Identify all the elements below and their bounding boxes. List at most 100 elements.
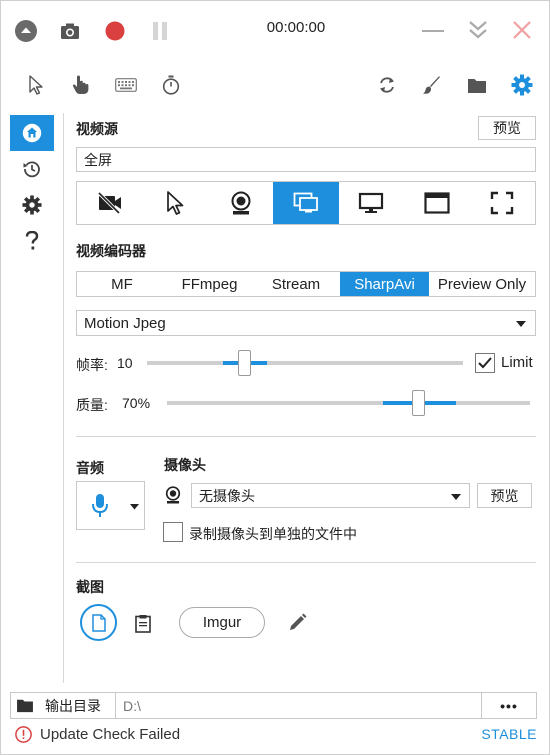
webcam-dropdown[interactable]: 无摄像头 [191,483,470,508]
clicks-toggle[interactable] [68,72,94,98]
webcam-icon [165,486,181,504]
source-desktop[interactable] [339,182,404,224]
brush-icon [423,76,440,94]
webcam-heading: 摄像头 [164,457,206,473]
video-preview-button[interactable]: 预览 [478,116,536,140]
encoder-tab-stream[interactable]: Stream [252,272,340,296]
chevron-up-circle-icon [15,20,37,42]
webcam-preview-button[interactable]: 预览 [477,483,532,508]
record-button[interactable] [102,18,128,44]
cursor-toggle[interactable] [23,72,49,98]
folder-icon [468,78,486,93]
source-no-video[interactable] [77,182,142,224]
overlay-editor-button[interactable] [419,72,445,98]
quality-label: 质量: [76,397,108,413]
source-cursor[interactable] [142,182,207,224]
cursor-icon [167,191,184,215]
codec-value: Motion Jpeg [84,314,166,332]
webcam-value: 无摄像头 [199,487,255,504]
status-bar: Update Check Failed STABLE [1,721,550,755]
chevron-down-icon [516,321,526,327]
video-source-field[interactable]: 全屏 [76,147,536,172]
source-webcam[interactable] [208,182,273,224]
quality-slider-thumb[interactable] [412,390,425,416]
save-to-disk-toggle[interactable] [80,604,117,641]
output-folder-button[interactable] [11,693,39,718]
video-encoder-heading: 视频编码器 [76,243,146,259]
codec-dropdown[interactable]: Motion Jpeg [76,310,536,336]
output-bar: 输出目录 D:\ ••• [10,692,537,719]
framerate-label: 帧率: [76,357,108,373]
minimize-button[interactable] [419,18,447,44]
no-video-icon [97,192,121,214]
pause-icon [153,22,167,40]
webcam-separate-file-label: 录制摄像头到单独的文件中 [189,526,357,542]
webcam-separate-file-checkbox[interactable] [163,522,183,542]
release-channel-link[interactable]: STABLE [481,726,537,742]
section-divider [76,436,536,437]
history-icon [23,161,40,178]
nav-help[interactable] [10,223,54,259]
output-label: 输出目录 [39,693,116,718]
chevron-down-icon [451,494,461,500]
output-path[interactable]: D:\ [116,693,482,718]
encoder-tab-mf[interactable]: MF [77,272,167,296]
source-screen[interactable] [273,182,339,224]
minimize-icon [422,30,444,32]
framerate-value: 10 [117,355,133,371]
camera-icon [61,23,79,39]
output-folder-button[interactable] [464,72,490,98]
close-button[interactable] [509,17,535,43]
encoder-tab-sharpavi[interactable]: SharpAvi [340,272,429,296]
collapse-button[interactable] [13,18,39,44]
app-window: 00:00:00 视频源 预览 全屏 视频编码器 MF FFmpeg Strea… [0,0,550,755]
nav-settings[interactable] [10,187,54,223]
quality-slider-track[interactable] [167,401,530,405]
source-region[interactable] [470,182,535,224]
browse-more-button[interactable]: ••• [482,693,536,718]
record-icon [105,21,125,41]
limit-checkbox[interactable] [475,353,495,373]
screenshot-heading: 截图 [76,579,104,595]
nav-divider [63,113,64,683]
side-nav [10,115,54,259]
settings-button[interactable] [509,72,535,98]
gear-icon [22,195,42,215]
encoder-tab-preview-only[interactable]: Preview Only [429,272,535,296]
stopwatch-icon [162,75,180,95]
framerate-slider-thumb[interactable] [238,350,251,376]
chevron-down-icon [130,504,139,510]
nav-history[interactable] [10,151,54,187]
keystrokes-toggle[interactable] [112,72,140,98]
pencil-icon [290,613,307,630]
status-message: Update Check Failed [40,726,181,743]
screenshot-button[interactable] [57,18,83,44]
framerate-slider-track[interactable] [147,361,463,365]
nav-home[interactable] [10,115,54,151]
refresh-icon [380,77,394,93]
clipboard-icon [135,614,151,633]
audio-source-button[interactable] [76,481,145,530]
timer-toggle[interactable] [158,72,184,98]
pause-button[interactable] [147,18,173,44]
hand-pointer-icon [72,75,89,94]
gear-icon [511,74,533,96]
double-chevron-down-icon [469,21,487,39]
question-mark-icon [25,231,39,250]
refresh-button[interactable] [374,72,400,98]
clipboard-toggle[interactable] [131,611,155,635]
encoder-tabs: MF FFmpeg Stream SharpAvi Preview Only [76,271,536,297]
source-window[interactable] [404,182,469,224]
video-source-selector [76,181,536,225]
quality-value: 70% [122,395,151,411]
screenshot-editor-button[interactable] [287,611,309,633]
encoder-tab-ffmpeg[interactable]: FFmpeg [167,272,252,296]
imgur-button[interactable]: Imgur [179,607,265,638]
video-source-heading: 视频源 [76,121,118,137]
folder-icon [17,699,33,713]
recording-timer: 00:00:00 [266,19,326,36]
checkmark-icon [478,357,492,369]
limit-label: Limit [501,354,533,371]
monitor-icon [359,192,384,213]
tray-button[interactable] [464,16,492,44]
